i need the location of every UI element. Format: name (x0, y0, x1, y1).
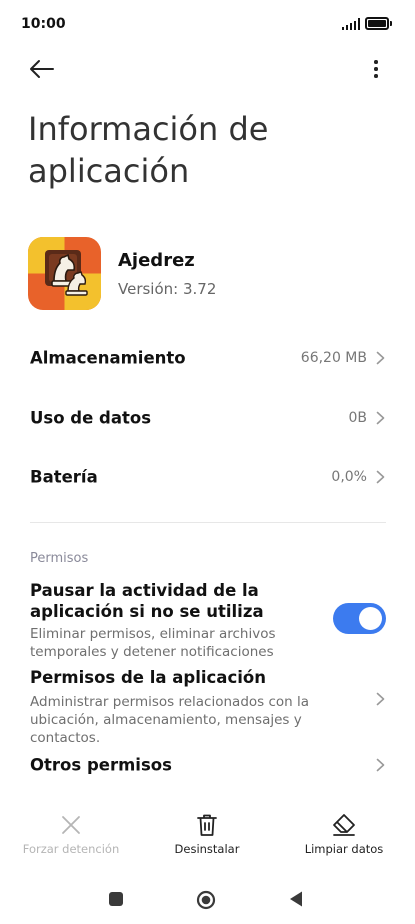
close-icon (62, 816, 80, 834)
other-permissions-row[interactable]: Otros permisos (0, 738, 415, 792)
clear-data-label: Limpiar datos (304, 842, 384, 856)
other-permissions-label: Otros permisos (30, 755, 172, 775)
battery-row[interactable]: Batería 0,0% (0, 449, 415, 505)
clear-data-button[interactable]: Limpiar datos (279, 812, 409, 862)
battery-label: Batería (30, 467, 98, 487)
chevron-right-icon (376, 351, 385, 365)
divider (30, 522, 386, 523)
data-usage-label: Uso de datos (30, 408, 152, 428)
home-button[interactable] (196, 890, 216, 910)
storage-value: 66,20 MB (300, 350, 367, 366)
pause-activity-description: Eliminar permisos, eliminar archivos tem… (30, 626, 276, 660)
status-time: 10:00 (21, 16, 66, 32)
storage-row[interactable]: Almacenamiento 66,20 MB (0, 330, 415, 386)
force-stop-button[interactable]: Forzar detención (6, 812, 136, 862)
chevron-right-icon (376, 411, 385, 425)
battery-icon (365, 17, 392, 30)
chess-knight-icon (28, 237, 101, 310)
recents-button[interactable] (109, 892, 123, 906)
force-stop-label: Forzar detención (22, 842, 120, 856)
nav-back-button[interactable] (288, 890, 304, 908)
app-name: Ajedrez (118, 250, 195, 271)
eraser-icon (333, 814, 355, 836)
trash-icon (197, 814, 217, 836)
toggle-knob (359, 607, 382, 630)
battery-value: 0,0% (331, 469, 367, 485)
data-usage-value: 0B (348, 410, 367, 426)
app-version: Versión: 3.72 (118, 280, 217, 298)
signal-icon (341, 18, 360, 30)
permissions-section-label: Permisos (30, 551, 89, 566)
chevron-right-icon (376, 758, 385, 772)
pause-activity-toggle[interactable] (333, 603, 386, 634)
more-vert-icon[interactable] (364, 56, 388, 82)
chevron-right-icon (376, 470, 385, 484)
uninstall-button[interactable]: Desinstalar (142, 812, 272, 862)
back-arrow-icon[interactable] (28, 56, 56, 82)
app-permissions-title: Permisos de la aplicación (30, 668, 266, 687)
uninstall-label: Desinstalar (174, 842, 240, 856)
status-icons (341, 17, 392, 30)
page-title: Información de aplicación (28, 110, 269, 190)
pause-activity-title: Pausar la actividad de la aplicación si … (30, 581, 264, 621)
data-usage-row[interactable]: Uso de datos 0B (0, 390, 415, 446)
storage-label: Almacenamiento (30, 348, 186, 368)
chevron-right-icon (376, 692, 385, 706)
